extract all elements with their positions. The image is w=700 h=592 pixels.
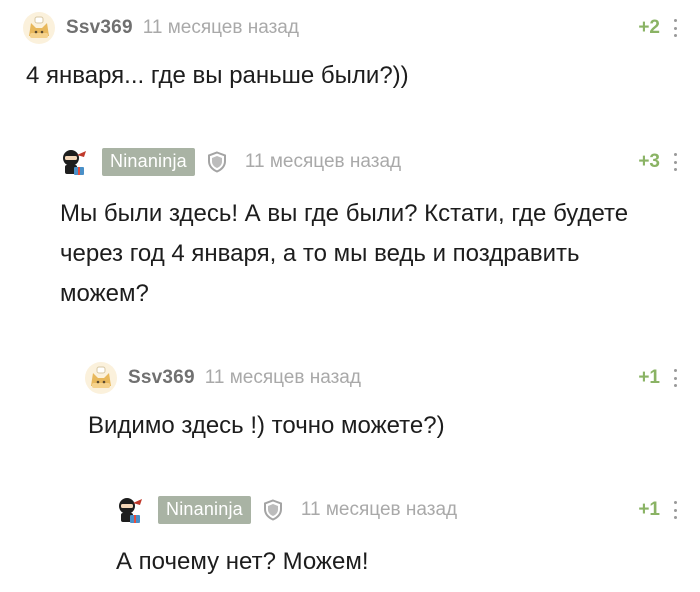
rating: +1 — [638, 367, 660, 388]
cat-avatar-icon[interactable] — [84, 361, 118, 395]
comment-text: А почему нет? Можем! — [116, 548, 369, 575]
more-options-icon[interactable] — [674, 153, 678, 171]
rating: +1 — [638, 499, 660, 520]
comment: Ssv369 11 месяцев назад +1 Видимо здесь … — [84, 358, 700, 446]
more-options-icon[interactable] — [674, 369, 678, 387]
comment-text: 4 января... где вы раньше были?)) — [26, 62, 409, 89]
rating: +3 — [638, 151, 660, 172]
timestamp[interactable]: 11 месяцев назад — [143, 17, 299, 39]
ninja-avatar-icon[interactable] — [56, 145, 90, 179]
comment-text: Мы были здесь! А вы где были? Кстати, гд… — [60, 200, 629, 307]
timestamp[interactable]: 11 месяцев назад — [301, 499, 457, 521]
comment-text: Видимо здесь !) точно можете?) — [88, 412, 445, 439]
cat-avatar-icon[interactable] — [22, 11, 56, 45]
username[interactable]: Ninaninja — [158, 496, 251, 524]
username[interactable]: Ninaninja — [102, 148, 195, 176]
comment: Ninaninja 11 месяцев назад +1 А почему н… — [112, 490, 700, 582]
comment-header: Ninaninja 11 месяцев назад +1 — [112, 490, 700, 530]
rating: +2 — [638, 17, 660, 38]
more-options-icon[interactable] — [674, 501, 678, 519]
comment-header: Ssv369 11 месяцев назад +2 — [22, 8, 700, 48]
shield-icon — [263, 498, 285, 522]
ninja-avatar-icon[interactable] — [112, 493, 146, 527]
comment: Ssv369 11 месяцев назад +2 4 января... г… — [22, 8, 700, 96]
comment-header: Ssv369 11 месяцев назад +1 — [84, 358, 700, 398]
comment-header: Ninaninja 11 месяцев назад +3 — [56, 142, 700, 182]
username[interactable]: Ssv369 — [128, 367, 195, 389]
more-options-icon[interactable] — [674, 19, 678, 37]
shield-icon — [207, 150, 229, 174]
timestamp[interactable]: 11 месяцев назад — [245, 151, 401, 173]
comment: Ninaninja 11 месяцев назад +3 Мы были зд… — [56, 142, 700, 314]
username[interactable]: Ssv369 — [66, 17, 133, 39]
timestamp[interactable]: 11 месяцев назад — [205, 367, 361, 389]
